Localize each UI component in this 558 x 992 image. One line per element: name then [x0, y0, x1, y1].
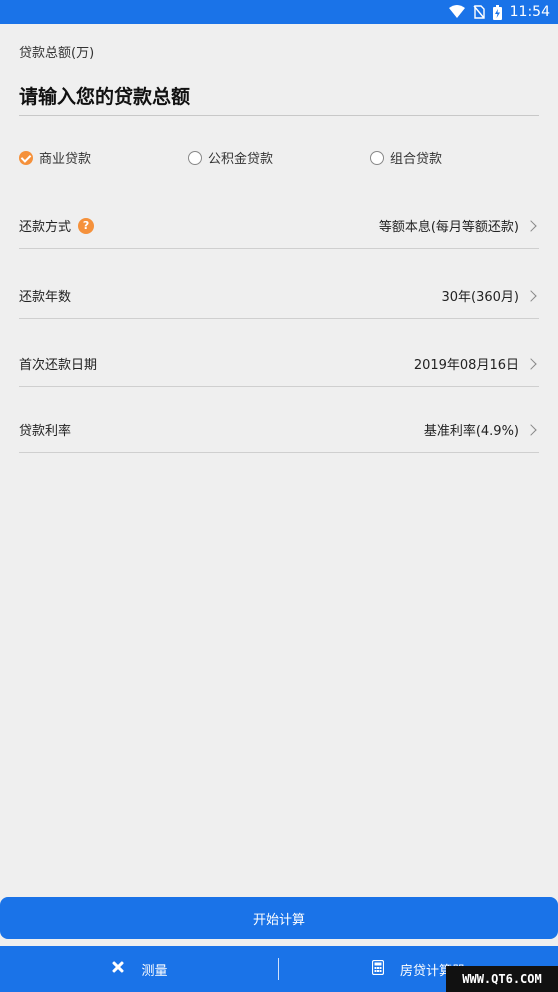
- radio-unchecked-icon: [188, 150, 202, 165]
- loan-rate-label: 贷款利率: [19, 424, 72, 439]
- battery-icon: [492, 4, 502, 20]
- wifi-icon: [448, 5, 465, 19]
- repay-years-row[interactable]: 还款年数 30年(360月): [19, 273, 539, 319]
- nav-label: 测量: [141, 963, 168, 979]
- chevron-right-icon: [525, 423, 537, 436]
- first-repay-date-value: 2019年08月16日: [413, 358, 519, 373]
- repay-method-label: 还款方式: [19, 220, 72, 235]
- repay-years-label: 还款年数: [19, 290, 72, 305]
- radio-checked-icon: [19, 150, 33, 165]
- radio-combined-loan[interactable]: 组合贷款: [370, 148, 442, 167]
- calculator-icon: [371, 959, 385, 979]
- first-repay-date-row[interactable]: 首次还款日期 2019年08月16日: [19, 341, 539, 387]
- first-repay-date-label: 首次还款日期: [19, 358, 98, 373]
- radio-unchecked-icon: [370, 150, 384, 165]
- repay-method-row[interactable]: 还款方式 ? 等额本息(每月等额还款): [19, 203, 539, 249]
- clock: 11:54: [509, 4, 550, 20]
- chevron-right-icon: [525, 219, 537, 232]
- chevron-right-icon: [525, 289, 537, 302]
- loan-rate-value: 基准利率(4.9%): [423, 424, 519, 439]
- radio-provident-fund-loan[interactable]: 公积金贷款: [188, 148, 273, 167]
- radio-label: 商业贷款: [39, 152, 92, 167]
- repay-method-value: 等额本息(每月等额还款): [378, 220, 519, 235]
- watermark: WWW.QT6.COM: [446, 966, 558, 992]
- no-sim-icon: [473, 5, 485, 19]
- nav-item-measure[interactable]: 测量: [0, 946, 279, 992]
- start-calculate-button[interactable]: 开始计算: [0, 897, 558, 939]
- radio-label: 公积金贷款: [208, 152, 274, 167]
- loan-amount-input[interactable]: [19, 78, 539, 116]
- radio-label: 组合贷款: [390, 152, 443, 167]
- repay-years-value: 30年(360月): [441, 290, 520, 305]
- nav-divider: [278, 958, 279, 980]
- tools-icon: [111, 960, 125, 978]
- loan-amount-label: 贷款总额(万): [19, 46, 95, 61]
- help-icon[interactable]: ?: [78, 217, 95, 234]
- radio-commercial-loan[interactable]: 商业贷款: [19, 148, 91, 167]
- chevron-right-icon: [525, 357, 537, 370]
- loan-type-group: 商业贷款 公积金贷款 组合贷款: [0, 148, 558, 168]
- status-bar: 11:54: [0, 0, 558, 24]
- loan-rate-row[interactable]: 贷款利率 基准利率(4.9%): [19, 407, 539, 453]
